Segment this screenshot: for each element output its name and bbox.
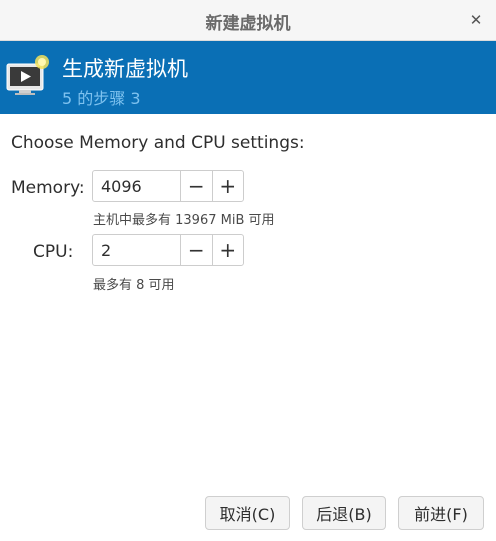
- memory-hint: 主机中最多有 13967 MiB 可用: [93, 213, 275, 228]
- plus-icon: +: [219, 238, 237, 262]
- window-title: 新建虚拟机: [205, 14, 291, 34]
- minus-icon: −: [187, 174, 205, 198]
- cpu-spinbox: − +: [92, 234, 244, 266]
- plus-icon: +: [219, 174, 237, 198]
- title-bar: 新建虚拟机 ✕: [0, 0, 496, 41]
- back-button[interactable]: 后退(B): [302, 496, 386, 530]
- memory-input[interactable]: [93, 171, 180, 201]
- minus-icon: −: [187, 238, 205, 262]
- cpu-increment-button[interactable]: +: [211, 235, 244, 265]
- wizard-step-indicator: 5 的步骤 3: [62, 89, 141, 108]
- memory-increment-button[interactable]: +: [211, 171, 244, 201]
- settings-prompt: Choose Memory and CPU settings:: [11, 133, 305, 153]
- wizard-title: 生成新虚拟机: [62, 57, 188, 81]
- close-button[interactable]: ✕: [466, 10, 486, 30]
- cpu-decrement-button[interactable]: −: [180, 235, 212, 265]
- cpu-label: CPU:: [33, 242, 74, 262]
- cancel-button[interactable]: 取消(C): [205, 496, 290, 530]
- close-icon: ✕: [469, 11, 483, 29]
- memory-label: Memory:: [11, 178, 85, 198]
- memory-decrement-button[interactable]: −: [180, 171, 212, 201]
- cpu-input[interactable]: [93, 235, 180, 265]
- forward-button[interactable]: 前进(F): [398, 496, 484, 530]
- wizard-header-banner: 生成新虚拟机 5 的步骤 3: [0, 41, 496, 114]
- memory-spinbox: − +: [92, 170, 244, 202]
- new-vm-monitor-icon: [6, 55, 49, 95]
- cpu-hint: 最多有 8 可用: [93, 278, 175, 293]
